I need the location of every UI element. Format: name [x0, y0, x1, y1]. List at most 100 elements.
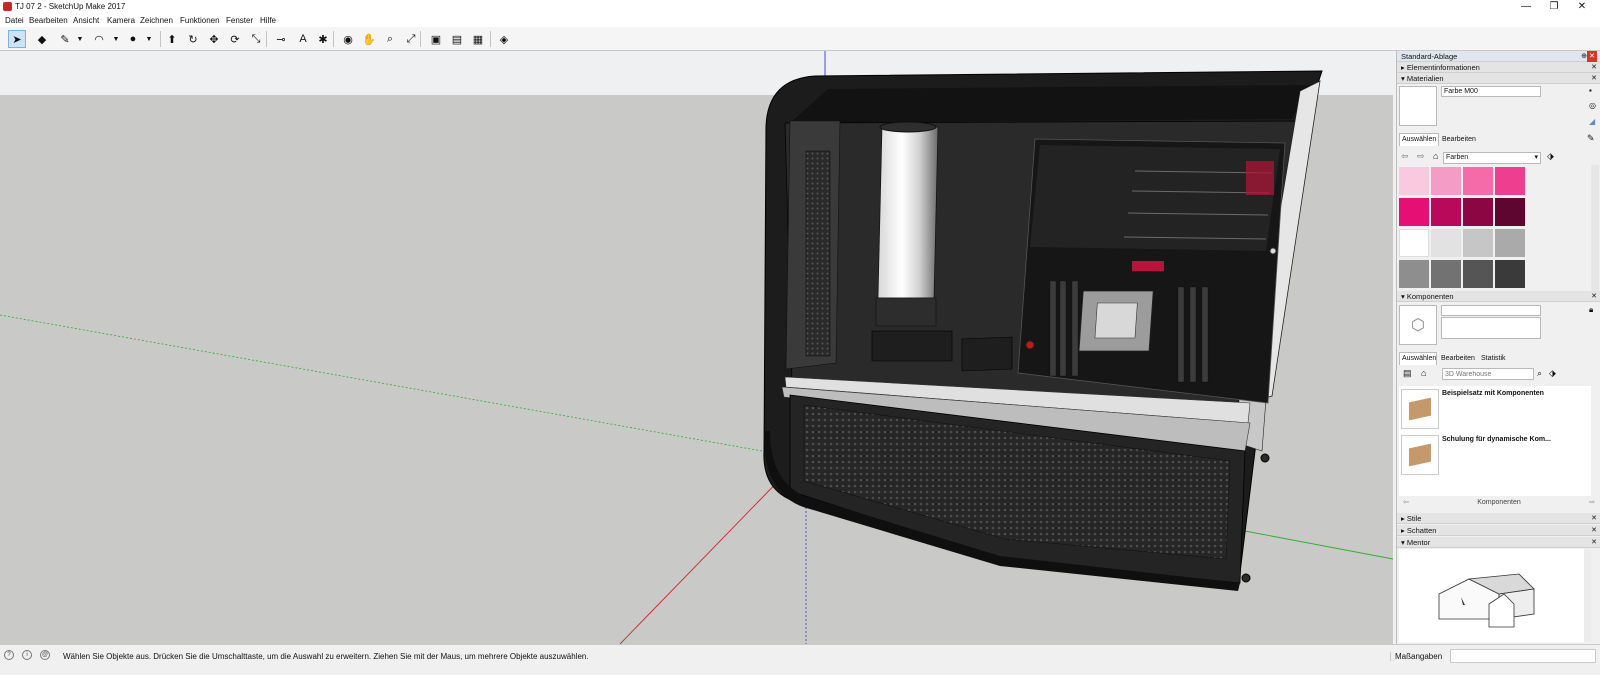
model-viewport[interactable] — [0, 51, 1393, 644]
lock-icon[interactable]: 🔒︎ — [1589, 305, 1593, 315]
eraser-tool-icon[interactable]: ◆ — [33, 30, 51, 48]
material-swatch[interactable] — [1431, 229, 1461, 257]
close-tray-icon[interactable]: ✕ — [1587, 51, 1597, 62]
menu-fenster[interactable]: Fenster — [226, 16, 253, 25]
components-header[interactable]: ▾ Komponenten ✕ — [1397, 291, 1600, 302]
details-icon[interactable]: ⬗ — [1547, 151, 1554, 162]
back-arrow-icon[interactable]: ⇦ — [1401, 151, 1409, 162]
material-swatch[interactable] — [1399, 229, 1429, 257]
forward-arrow-icon[interactable]: ⇨ — [1589, 497, 1595, 509]
material-swatch[interactable] — [1431, 198, 1461, 226]
library-select[interactable]: Farben ▾ — [1443, 152, 1541, 164]
menu-hilfe[interactable]: Hilfe — [260, 16, 276, 25]
share-model-tool-icon[interactable]: ▤ — [448, 30, 466, 48]
help-icon[interactable]: ? — [4, 650, 14, 660]
close-icon[interactable]: ✕ — [1591, 513, 1597, 524]
menu-funktionen[interactable]: Funktionen — [180, 16, 220, 25]
menu-bearbeiten[interactable]: Bearbeiten — [29, 16, 68, 25]
dropdown-arrow-icon[interactable]: ▼ — [76, 30, 84, 48]
material-swatch[interactable] — [1431, 260, 1461, 288]
material-name-field[interactable]: Farbe M00 — [1441, 86, 1541, 97]
swatch-scrollbar[interactable] — [1591, 165, 1599, 293]
warehouse-tool-icon[interactable]: ▣ — [427, 30, 445, 48]
details-icon[interactable]: ⬗ — [1549, 368, 1556, 379]
component-item-beispielsatz[interactable]: Beispielsatz mit Komponenten — [1442, 390, 1544, 397]
zoom-extents-tool-icon[interactable]: ⤢ — [402, 30, 420, 48]
home-icon[interactable]: ⌂ — [1421, 368, 1426, 378]
menu-ansicht[interactable]: Ansicht — [73, 16, 99, 25]
mentor-header[interactable]: ▾ Mentor ✕ — [1397, 537, 1600, 548]
paint-tool-icon[interactable]: ✱ — [314, 30, 332, 48]
entity-info-header[interactable]: ▸ Elementinformationen ✕ — [1397, 62, 1600, 73]
menu-datei[interactable]: Datei — [5, 16, 24, 25]
close-icon[interactable]: ✕ — [1591, 291, 1597, 302]
material-swatch[interactable] — [1399, 167, 1429, 195]
pan-tool-icon[interactable]: ✋ — [360, 30, 378, 48]
material-swatch[interactable] — [1463, 229, 1493, 257]
dropdown-arrow-icon[interactable]: ▼ — [112, 30, 120, 48]
component-name-field[interactable] — [1441, 305, 1541, 316]
warehouse-search-input[interactable] — [1442, 368, 1534, 380]
material-swatch[interactable] — [1431, 167, 1461, 195]
material-swatch[interactable] — [1495, 167, 1525, 195]
account-icon[interactable]: @ — [40, 650, 50, 660]
material-swatch[interactable] — [1399, 198, 1429, 226]
view-options-icon[interactable]: ▤ — [1403, 368, 1412, 379]
tab-bearbeiten[interactable]: Bearbeiten — [1440, 133, 1480, 146]
move-tool-icon[interactable]: ✥ — [205, 30, 223, 48]
sample-paint-icon[interactable]: ◢ — [1589, 117, 1595, 126]
ruby-tool-icon[interactable]: ◈ — [495, 30, 513, 48]
paint-icon[interactable]: ◎ — [1589, 101, 1596, 110]
close-icon[interactable]: ✕ — [1591, 62, 1597, 73]
back-arrow-icon[interactable]: ⇦ — [1403, 497, 1409, 509]
minimize-button[interactable]: — — [1512, 0, 1540, 14]
tab-components-auswaehlen[interactable]: Auswählen — [1399, 352, 1437, 365]
info-icon[interactable]: i — [22, 650, 32, 660]
tab-components-bearbeiten[interactable]: Bearbeiten — [1439, 352, 1479, 365]
component-description-field[interactable] — [1441, 317, 1541, 339]
close-icon[interactable]: ✕ — [1591, 73, 1597, 84]
material-swatch[interactable] — [1495, 198, 1525, 226]
component-folder-icon[interactable] — [1401, 389, 1439, 429]
extension-warehouse-tool-icon[interactable]: ▦ — [469, 30, 487, 48]
shadows-header[interactable]: ▸ Schatten ✕ — [1397, 525, 1600, 536]
component-item-schulung[interactable]: Schulung für dynamische Kom... — [1442, 436, 1551, 443]
rotate-tool-icon[interactable]: ⟳ — [226, 30, 244, 48]
material-swatch[interactable] — [1495, 260, 1525, 288]
zoom-tool-icon[interactable]: ⌕ — [381, 30, 399, 48]
measurements-input[interactable] — [1450, 649, 1596, 663]
close-button[interactable]: ✕ — [1568, 0, 1596, 14]
material-swatch[interactable] — [1399, 260, 1429, 288]
orbit-tool-icon[interactable]: ◉ — [339, 30, 357, 48]
push-pull-tool-icon[interactable]: ⬆ — [163, 30, 181, 48]
home-icon[interactable]: ⌂ — [1433, 151, 1438, 161]
material-swatch[interactable] — [1463, 167, 1493, 195]
styles-header[interactable]: ▸ Stile ✕ — [1397, 513, 1600, 524]
pencil-tool-icon[interactable]: ✎ — [56, 30, 74, 48]
search-icon[interactable]: ⌕ — [1537, 368, 1542, 379]
pin-icon[interactable]: ⊕ — [1581, 51, 1587, 62]
tape-measure-tool-icon[interactable]: ⊸ — [272, 30, 290, 48]
close-icon[interactable]: ✕ — [1591, 525, 1597, 536]
eyedropper-icon[interactable]: ✎ — [1587, 133, 1595, 144]
dropdown-arrow-icon[interactable]: ▼ — [145, 30, 153, 48]
maximize-button[interactable]: ❐ — [1540, 0, 1568, 14]
create-material-icon[interactable]: ▪ — [1589, 86, 1592, 95]
mentor-scrollbar[interactable] — [1584, 549, 1591, 642]
tab-components-statistik[interactable]: Statistik — [1479, 352, 1519, 365]
material-swatch[interactable] — [1463, 198, 1493, 226]
arc-tool-icon[interactable]: ◠ — [90, 30, 108, 48]
forward-arrow-icon[interactable]: ⇨ — [1417, 151, 1425, 162]
paint-bucket-tool-icon[interactable]: ● — [124, 30, 142, 48]
scale-tool-icon[interactable]: ⤡ — [247, 30, 265, 48]
select-tool-icon[interactable]: ➤ — [8, 30, 26, 48]
close-icon[interactable]: ✕ — [1591, 537, 1597, 548]
text-tool-icon[interactable]: A — [294, 30, 312, 48]
material-swatch[interactable] — [1495, 229, 1525, 257]
menu-zeichnen[interactable]: Zeichnen — [140, 16, 173, 25]
menu-kamera[interactable]: Kamera — [107, 16, 135, 25]
component-folder-icon[interactable] — [1401, 435, 1439, 475]
follow-me-tool-icon[interactable]: ↻ — [184, 30, 202, 48]
material-swatch[interactable] — [1463, 260, 1493, 288]
materials-header[interactable]: ▾ Materialien ✕ — [1397, 73, 1600, 84]
